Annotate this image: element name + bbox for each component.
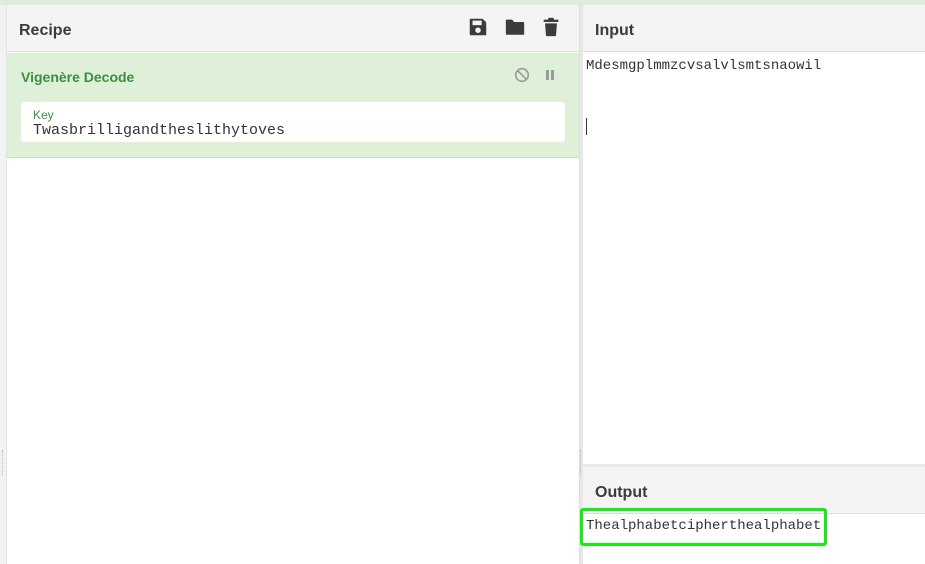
disable-icon[interactable] <box>514 67 530 83</box>
key-label: Key <box>33 108 54 122</box>
input-title: Input <box>595 22 635 39</box>
operation-title: Vigenère Decode <box>21 69 135 85</box>
output-highlight-box <box>580 508 827 546</box>
input-text[interactable]: Mdesmgplmmzcvsalvlsmtsnaowil <box>586 58 821 74</box>
trash-icon[interactable] <box>540 16 562 38</box>
output-header: Output <box>583 467 925 514</box>
key-field[interactable]: Key Twasbrilligandtheslithytoves <box>21 102 565 142</box>
left-edge-gutter <box>0 5 7 564</box>
recipe-title: Recipe <box>19 22 72 39</box>
key-input[interactable]: Twasbrilligandtheslithytoves <box>33 122 285 139</box>
operation-vigenere-decode[interactable]: Vigenère Decode Key Twasbrilligandthesli… <box>7 53 579 158</box>
output-title: Output <box>595 484 648 501</box>
input-header: Input <box>583 5 925 52</box>
recipe-header: Recipe <box>7 5 579 52</box>
pause-icon[interactable] <box>542 67 558 83</box>
input-pane: Input Mdesmgplmmzcvsalvlsmtsnaowil <box>583 5 925 461</box>
text-cursor <box>586 118 587 135</box>
save-icon[interactable] <box>467 16 489 38</box>
resize-grip[interactable] <box>2 450 5 476</box>
folder-icon[interactable] <box>504 16 526 38</box>
recipe-pane: Recipe Vigenère Decode Key Twasbrilligan… <box>7 5 579 564</box>
